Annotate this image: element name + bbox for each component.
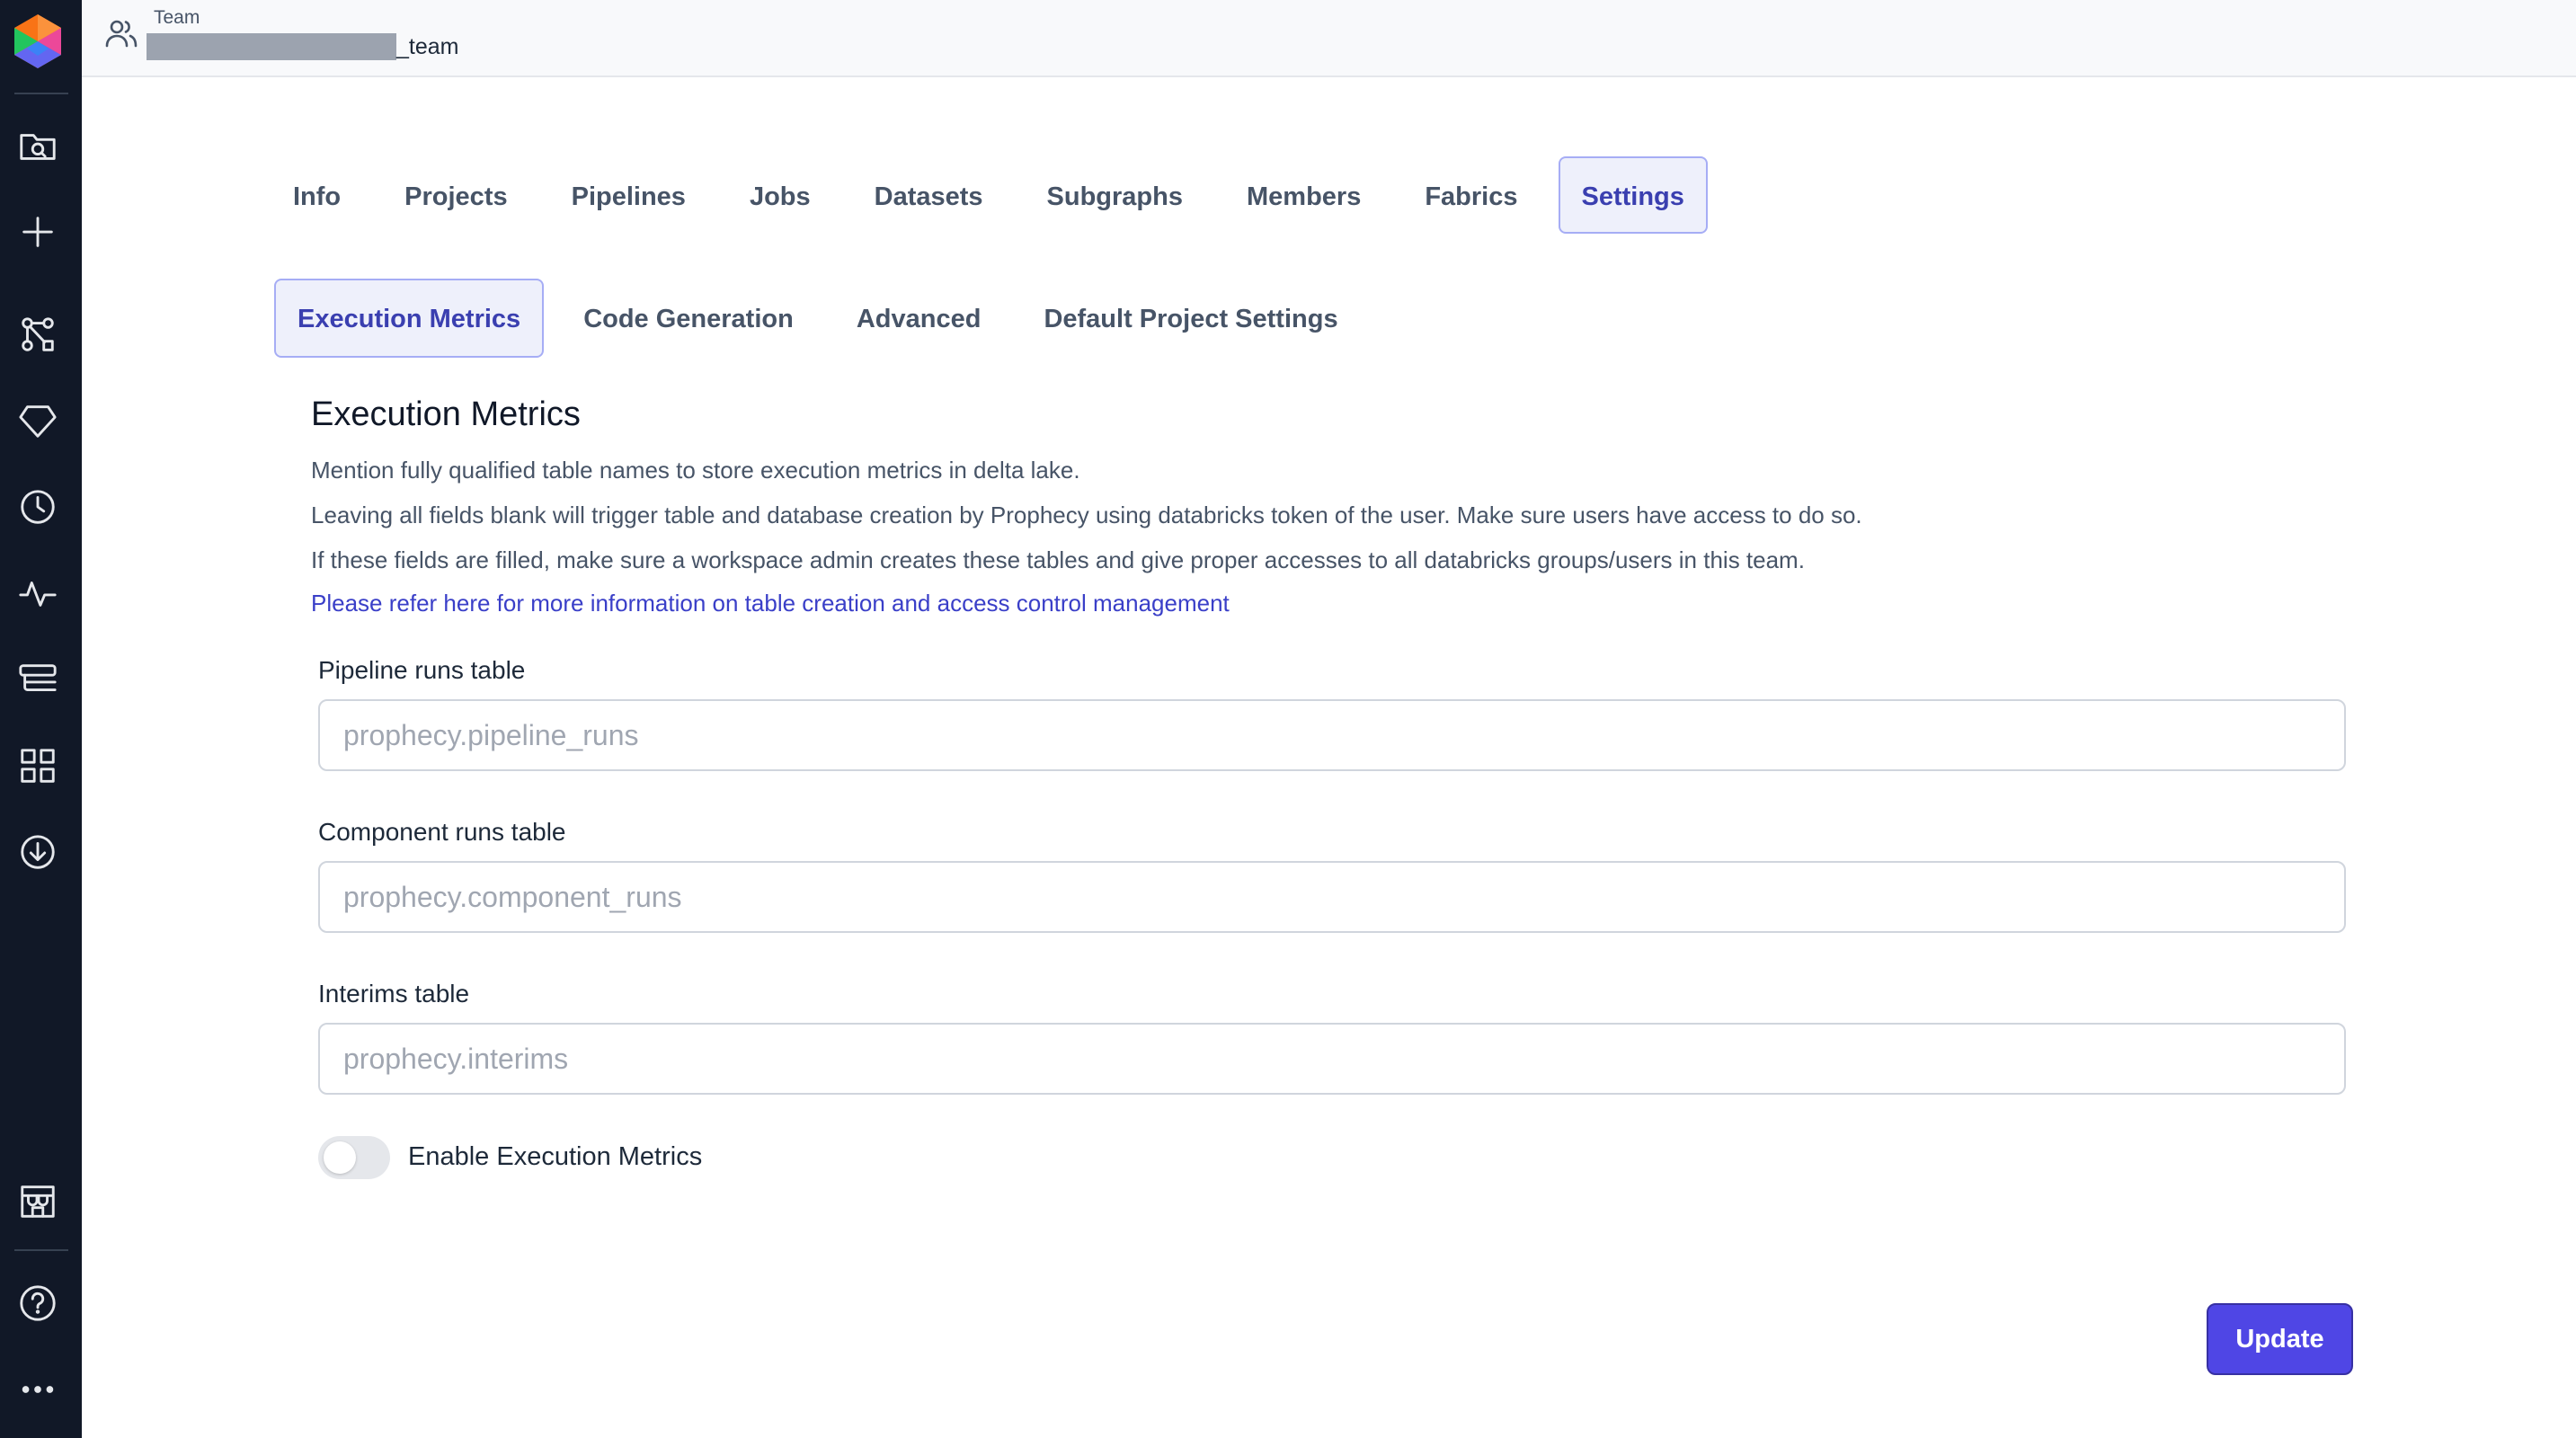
clock-icon[interactable] [16,485,59,528]
interims-input[interactable] [318,1023,2346,1095]
section-title: Execution Metrics [311,395,581,433]
subtab-code-generation[interactable]: Code Generation [560,279,817,358]
folder-search-icon[interactable] [16,124,59,167]
tab-settings[interactable]: Settings [1558,156,1708,234]
enable-metrics-label: Enable Execution Metrics [408,1142,703,1171]
component-runs-label: Component runs table [318,818,566,846]
plus-icon[interactable] [16,210,59,253]
tab-subgraphs[interactable]: Subgraphs [1024,156,1206,234]
toggle-knob [324,1141,356,1174]
component-runs-input[interactable] [318,861,2346,933]
pipeline-runs-label: Pipeline runs table [318,656,526,684]
tab-info[interactable]: Info [270,156,364,234]
top-header: Team _team [82,0,2576,77]
main-tabs: Info Projects Pipelines Jobs Datasets Su… [270,156,1725,234]
pipeline-runs-input[interactable] [318,699,2346,771]
description-line-2: Leaving all fields blank will trigger ta… [311,502,1862,528]
subtab-execution-metrics[interactable]: Execution Metrics [274,279,545,358]
redacted-team-name [147,33,396,60]
sidebar-divider [14,1249,68,1251]
tab-fabrics[interactable]: Fabrics [1401,156,1541,234]
app-logo[interactable] [9,13,67,70]
team-icon [103,16,139,52]
diamond-icon[interactable] [16,399,59,442]
team-caption: Team [154,7,200,28]
activity-icon[interactable] [16,572,59,615]
download-icon[interactable] [16,830,59,874]
interims-label: Interims table [318,980,470,1007]
subtab-advanced[interactable]: Advanced [833,279,1005,358]
description-line-3: If these fields are filled, make sure a … [311,546,1805,573]
grid-icon[interactable] [16,744,59,787]
team-name-suffix: _team [396,33,459,59]
tab-members[interactable]: Members [1223,156,1384,234]
help-icon[interactable] [16,1282,59,1325]
sidebar [0,0,82,1438]
graph-icon[interactable] [16,313,59,356]
team-name: _team [147,32,458,61]
tables-icon[interactable] [16,658,59,701]
docs-link[interactable]: Please refer here for more information o… [311,590,1230,617]
subtab-default-project-settings[interactable]: Default Project Settings [1020,279,1361,358]
tab-jobs[interactable]: Jobs [726,156,834,234]
enable-metrics-toggle[interactable] [318,1136,390,1179]
sidebar-divider [14,93,68,94]
description-line-1: Mention fully qualified table names to s… [311,457,1080,484]
tab-pipelines[interactable]: Pipelines [548,156,709,234]
more-icon[interactable] [16,1368,59,1411]
tab-projects[interactable]: Projects [381,156,530,234]
store-icon[interactable] [16,1179,59,1222]
settings-subtabs: Execution Metrics Code Generation Advanc… [274,279,1378,358]
update-button[interactable]: Update [2207,1303,2353,1375]
tab-datasets[interactable]: Datasets [851,156,1007,234]
